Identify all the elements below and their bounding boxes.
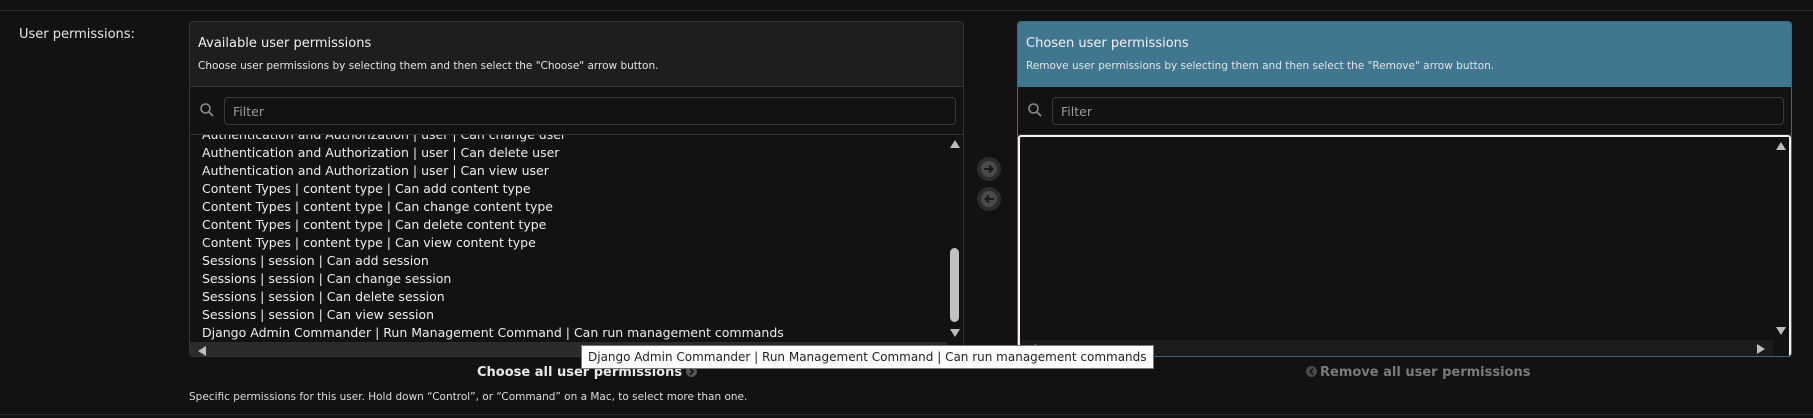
remove-all-link[interactable]: Remove all user permissions bbox=[1306, 365, 1530, 380]
available-vertical-scrollbar[interactable] bbox=[947, 135, 963, 342]
help-text: Specific permissions for this user. Hold… bbox=[189, 391, 748, 403]
chosen-options[interactable] bbox=[1020, 137, 1773, 340]
available-filter-row bbox=[190, 87, 963, 135]
chosen-header: Chosen user permissions Remove user perm… bbox=[1018, 22, 1791, 87]
search-icon bbox=[199, 102, 215, 118]
available-list[interactable]: Authentication and Authorization | user … bbox=[190, 135, 963, 356]
chosen-filter-input[interactable] bbox=[1052, 97, 1784, 125]
scroll-up-icon[interactable] bbox=[1776, 142, 1786, 150]
top-divider bbox=[0, 10, 1813, 11]
permission-option[interactable]: Sessions | session | Can change session bbox=[190, 270, 947, 288]
available-title: Available user permissions bbox=[198, 36, 372, 51]
remove-button[interactable] bbox=[977, 187, 1001, 211]
search-icon bbox=[1027, 102, 1043, 118]
chosen-help: Remove user permissions by selecting the… bbox=[1026, 60, 1495, 72]
permission-option[interactable]: Django Admin Commander | Run Management … bbox=[190, 324, 947, 342]
choose-button[interactable] bbox=[977, 157, 1001, 181]
chosen-title: Chosen user permissions bbox=[1026, 36, 1189, 51]
permission-option[interactable]: Content Types | content type | Can view … bbox=[190, 234, 947, 252]
available-help: Choose user permissions by selecting the… bbox=[198, 60, 659, 72]
scroll-down-icon[interactable] bbox=[1776, 327, 1786, 335]
chosen-filter-row bbox=[1018, 87, 1791, 135]
available-selector: Available user permissions Choose user p… bbox=[189, 21, 964, 357]
chevron-left-icon bbox=[1306, 366, 1317, 377]
scroll-up-icon[interactable] bbox=[950, 140, 960, 148]
scroll-thumb[interactable] bbox=[950, 248, 959, 322]
available-header: Available user permissions Choose user p… bbox=[190, 22, 963, 87]
permission-option[interactable]: Sessions | session | Can add session bbox=[190, 252, 947, 270]
remove-all-label: Remove all user permissions bbox=[1320, 365, 1531, 380]
chosen-selector: Chosen user permissions Remove user perm… bbox=[1017, 21, 1792, 357]
scroll-down-icon[interactable] bbox=[950, 329, 960, 337]
permission-option[interactable]: Content Types | content type | Can chang… bbox=[190, 198, 947, 216]
permission-option[interactable]: Content Types | content type | Can delet… bbox=[190, 216, 947, 234]
scroll-right-icon[interactable] bbox=[1757, 344, 1765, 354]
arrow-left-circle-icon bbox=[981, 191, 997, 207]
bottom-divider bbox=[0, 414, 1813, 415]
tooltip: Django Admin Commander | Run Management … bbox=[581, 345, 1154, 369]
arrow-right-circle-icon bbox=[981, 161, 997, 177]
permission-option[interactable]: Authentication and Authorization | user … bbox=[190, 144, 947, 162]
available-filter-input[interactable] bbox=[224, 97, 956, 125]
field-label: User permissions: bbox=[19, 27, 135, 42]
permission-option[interactable]: Sessions | session | Can view session bbox=[190, 306, 947, 324]
chosen-list[interactable] bbox=[1018, 135, 1791, 356]
chosen-vertical-scrollbar[interactable] bbox=[1773, 137, 1789, 340]
scroll-left-icon[interactable] bbox=[198, 346, 206, 356]
permission-option[interactable]: Content Types | content type | Can add c… bbox=[190, 180, 947, 198]
permission-option[interactable]: Authentication and Authorization | user … bbox=[190, 135, 947, 144]
permission-option[interactable]: Authentication and Authorization | user … bbox=[190, 162, 947, 180]
permission-option[interactable]: Sessions | session | Can delete session bbox=[190, 288, 947, 306]
scroll-corner bbox=[1773, 340, 1789, 356]
available-options[interactable]: Authentication and Authorization | user … bbox=[190, 135, 947, 342]
